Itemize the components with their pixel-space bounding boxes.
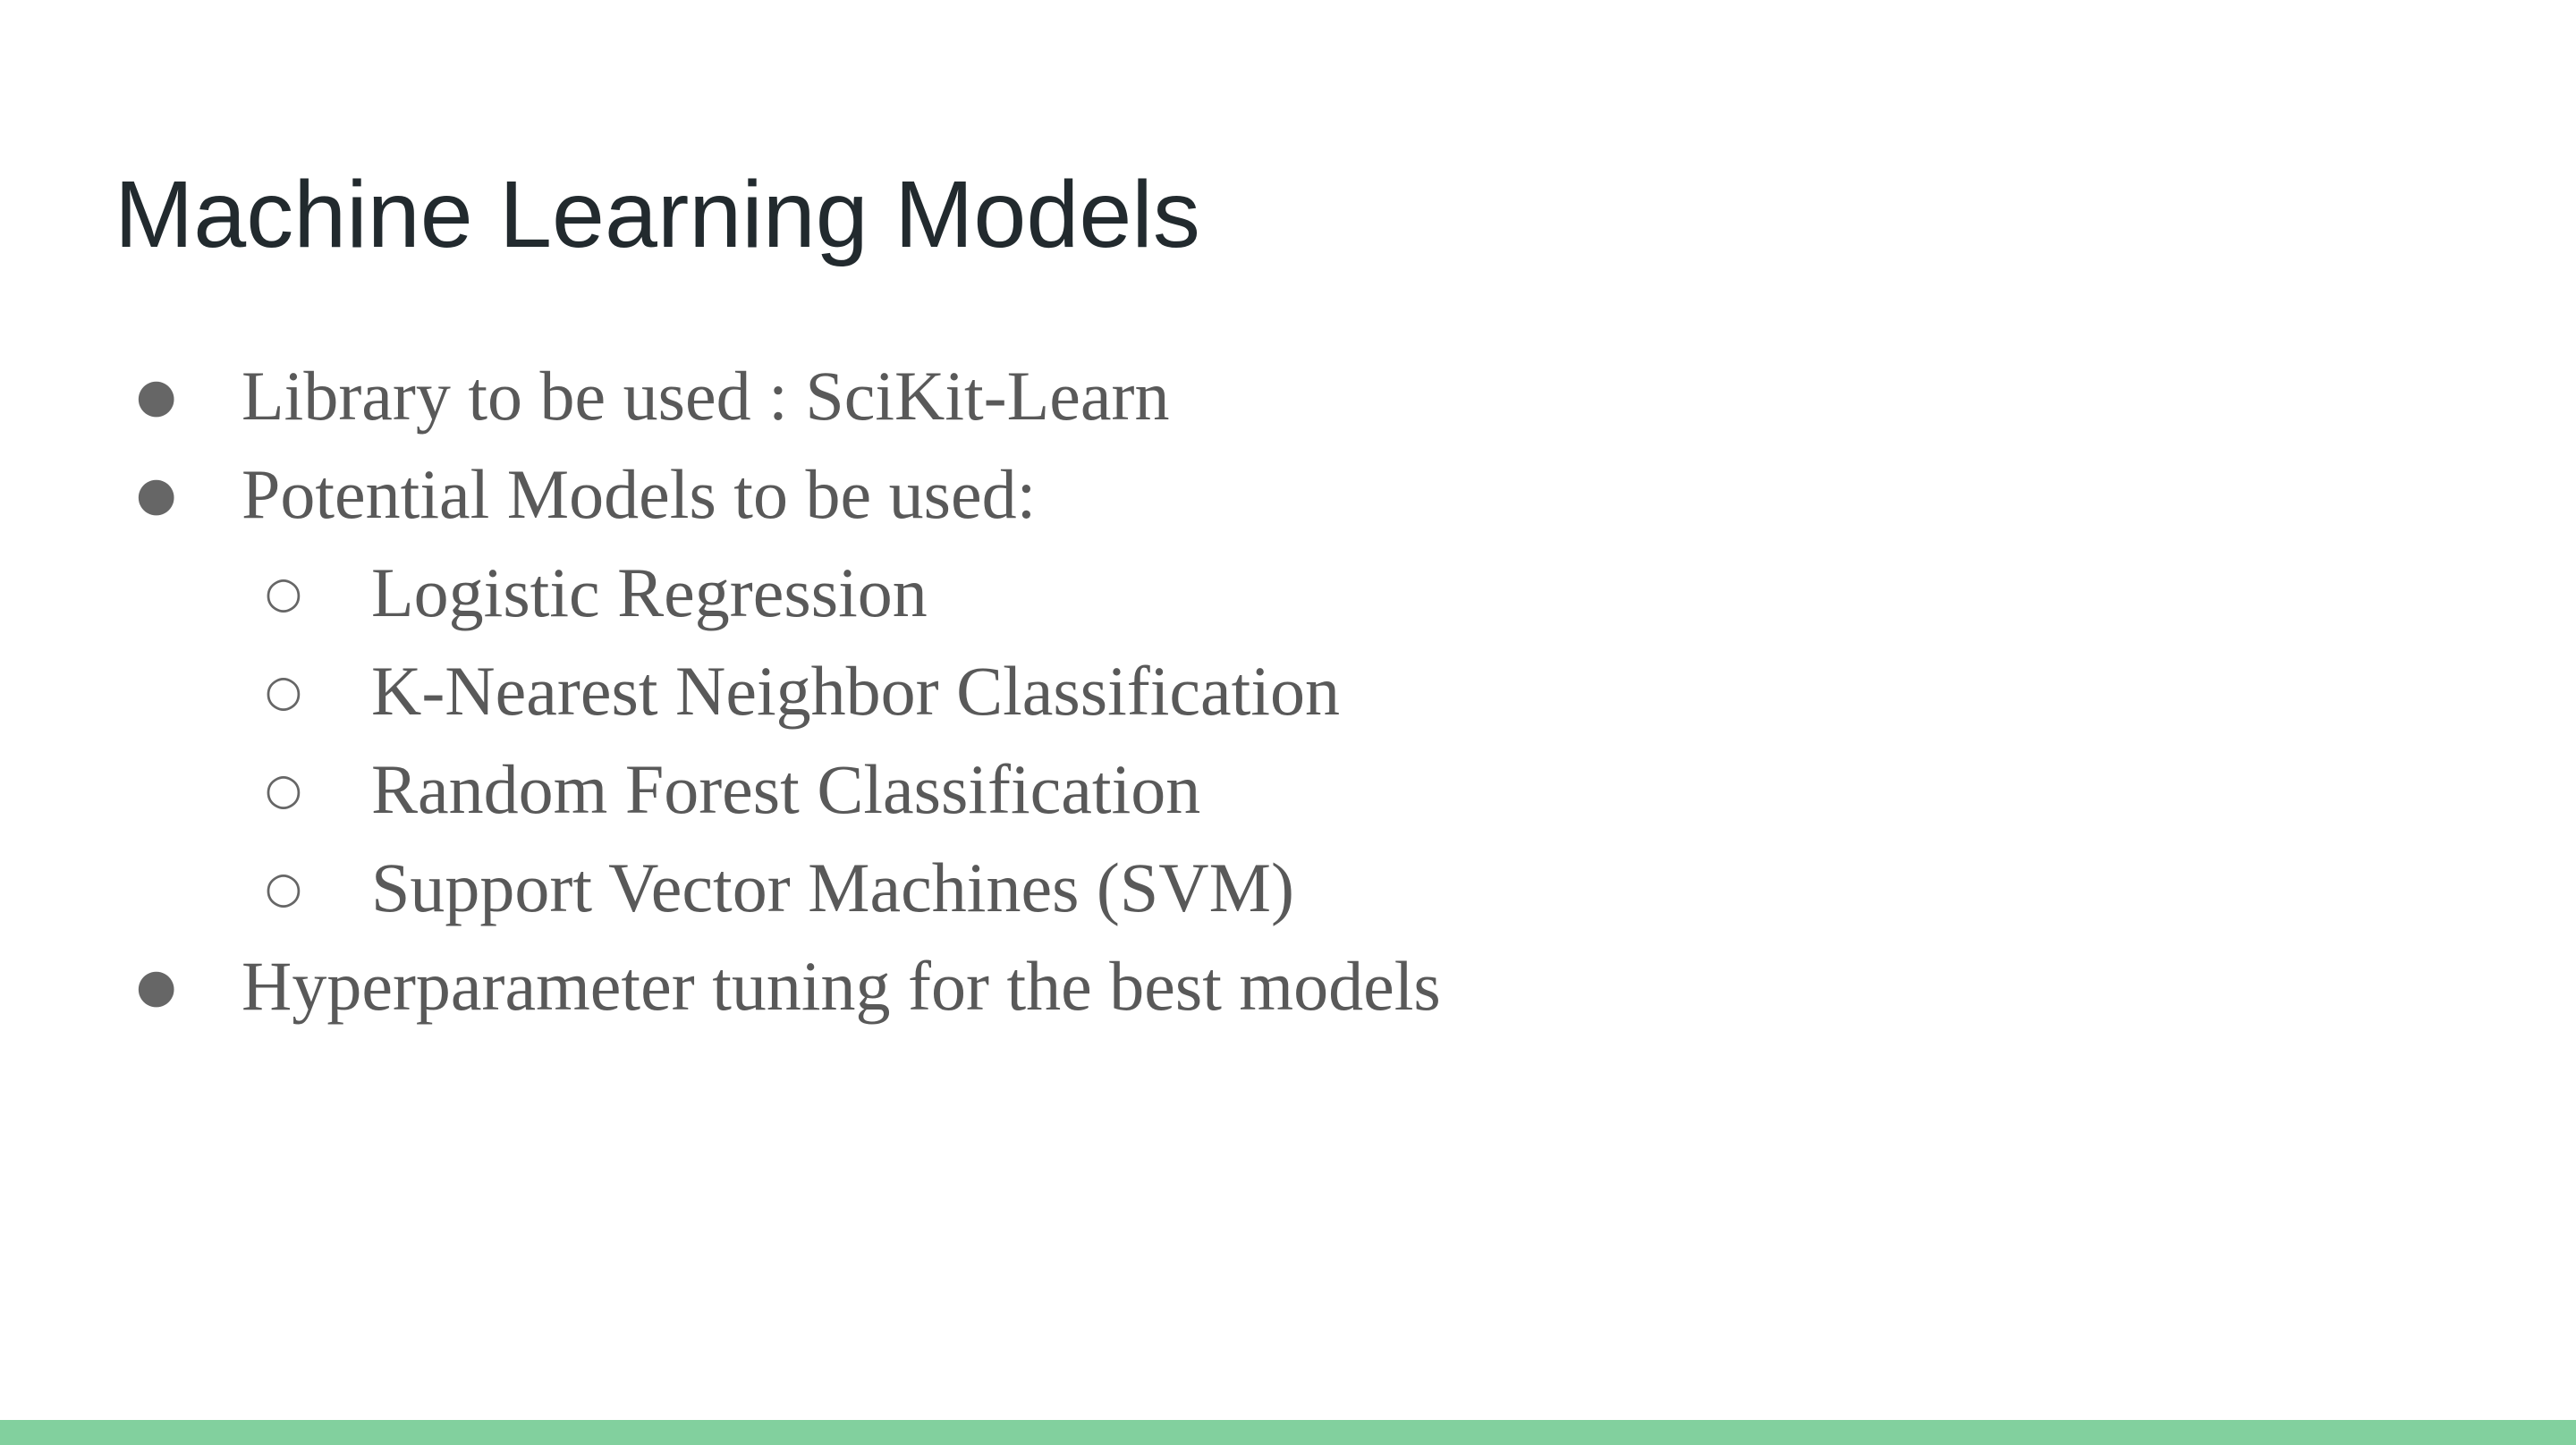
- slide: Machine Learning Models ● Library to be …: [0, 0, 2576, 1445]
- bullet-text: Potential Models to be used:: [242, 455, 1037, 533]
- filled-bullet-icon: ●: [136, 468, 177, 521]
- sub-bullet-text: Random Forest Classification: [371, 750, 1201, 828]
- filled-bullet-icon: ●: [136, 369, 177, 423]
- bullet-text: Hyperparameter tuning for the best model…: [242, 947, 1441, 1025]
- sub-bullet-text: Support Vector Machines (SVM): [371, 849, 1294, 926]
- slide-title: Machine Learning Models: [114, 162, 1200, 267]
- hollow-bullet-icon: ○: [265, 666, 302, 716]
- hollow-bullet-icon: ○: [265, 863, 302, 913]
- hollow-bullet-icon: ○: [265, 765, 302, 815]
- sub-bullet-text: Logistic Regression: [371, 553, 928, 631]
- sub-bullet-text: K-Nearest Neighbor Classification: [371, 652, 1341, 730]
- filled-bullet-icon: ●: [136, 959, 177, 1013]
- bullet-text: Library to be used : SciKit-Learn: [242, 357, 1170, 435]
- footer-accent-bar: [0, 1420, 2576, 1445]
- hollow-bullet-icon: ○: [265, 568, 302, 618]
